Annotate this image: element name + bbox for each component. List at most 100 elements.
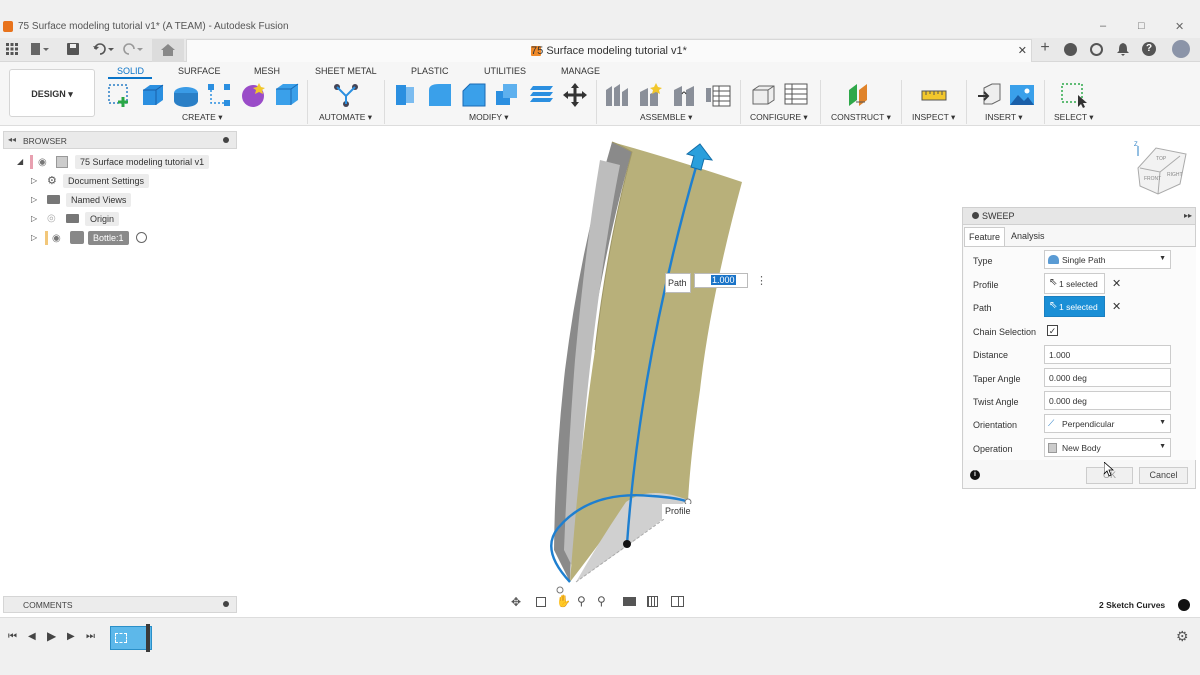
notifications-icon[interactable] — [1117, 43, 1129, 59]
collapse-triangle-icon[interactable]: ◢ — [17, 157, 23, 166]
expand-triangle-icon[interactable]: ▷ — [31, 176, 37, 185]
tab-manage[interactable]: MANAGE — [561, 66, 600, 76]
step-forward-icon[interactable]: ▶ — [67, 631, 75, 642]
insert-canvas-icon[interactable] — [1009, 82, 1035, 108]
select-icon[interactable] — [1060, 82, 1088, 108]
profile-selection-button[interactable]: ⇖ 1 selected — [1044, 273, 1105, 294]
combine-icon[interactable] — [528, 82, 554, 108]
timeline-settings-gear-icon[interactable]: ⚙ — [1176, 628, 1189, 645]
user-avatar[interactable] — [1172, 40, 1190, 58]
clear-path-icon[interactable]: ✕ — [1112, 300, 1121, 313]
tree-root-row[interactable]: ◢ ◉ 75 Surface modeling tutorial v1 — [0, 154, 237, 172]
minimize-button[interactable]: ‒ — [1100, 20, 1106, 32]
play-icon[interactable]: ▶ — [47, 629, 56, 643]
fillet-icon[interactable] — [427, 82, 453, 108]
offset-plane-icon[interactable] — [847, 82, 873, 108]
workspace-design-dropdown[interactable]: DESIGN ▾ — [9, 69, 95, 117]
operation-dropdown[interactable]: New Body ▼ — [1044, 438, 1171, 457]
grid-menu-icon[interactable] — [6, 43, 18, 58]
browser-panel-header[interactable]: ◂◂ BROWSER — [3, 131, 237, 149]
dialog-pin-icon[interactable] — [972, 212, 979, 219]
undo-icon[interactable] — [93, 43, 115, 58]
select-group-label[interactable]: SELECT ▾ — [1054, 112, 1094, 123]
document-tab[interactable]: 75 Surface modeling tutorial v1* ✕ — [186, 39, 1032, 62]
tab-solid[interactable]: SOLID — [117, 66, 144, 76]
home-tab-button[interactable] — [152, 39, 184, 62]
collapse-panel-icon[interactable]: ◂◂ — [8, 135, 16, 144]
tab-sheet-metal[interactable]: SHEET METAL — [315, 66, 377, 76]
comments-panel-header[interactable]: COMMENTS — [3, 596, 237, 613]
tree-item-origin[interactable]: ▷ ◎ Origin — [0, 211, 237, 229]
go-to-end-icon[interactable]: ⏭ — [86, 631, 95, 642]
expand-triangle-icon[interactable]: ▷ — [31, 214, 37, 223]
construct-group-label[interactable]: CONSTRUCT ▾ — [831, 112, 891, 123]
job-status-icon[interactable] — [1090, 43, 1103, 56]
look-at-icon[interactable] — [536, 597, 546, 607]
taper-angle-input[interactable]: 0.000 deg — [1044, 368, 1171, 387]
create-group-label[interactable]: CREATE ▾ — [182, 112, 222, 123]
distance-input[interactable]: 1.000 — [1044, 345, 1171, 364]
panel-pin-icon[interactable] — [223, 601, 229, 607]
save-icon[interactable] — [67, 43, 79, 58]
cancel-button[interactable]: Cancel — [1139, 467, 1188, 484]
path-distance-input[interactable]: 1.000 — [694, 273, 748, 288]
clear-profile-icon[interactable]: ✕ — [1112, 277, 1121, 290]
path-selection-button[interactable]: ⇖ 1 selected — [1044, 296, 1105, 317]
info-icon[interactable]: i — [970, 470, 980, 480]
display-settings-icon[interactable] — [623, 597, 636, 606]
close-tab-button[interactable]: ✕ — [1018, 44, 1027, 57]
redo-icon[interactable] — [122, 43, 144, 58]
tree-item-bottle[interactable]: ▷ ◉ Bottle:1 — [0, 230, 237, 248]
form-icon[interactable] — [240, 82, 266, 108]
hidden-eye-icon[interactable]: ◎ — [47, 213, 56, 224]
orbit-icon[interactable]: ✥ — [511, 595, 521, 609]
selection-filter-icon[interactable] — [1178, 599, 1190, 611]
new-tab-button[interactable]: + — [1036, 39, 1054, 61]
assemble-group-label[interactable]: ASSEMBLE ▾ — [640, 112, 692, 123]
tab-mesh[interactable]: MESH — [254, 66, 280, 76]
zoom-icon[interactable]: ⚲ — [577, 594, 586, 608]
extrude-icon[interactable] — [140, 82, 166, 108]
tab-analysis[interactable]: Analysis — [1007, 227, 1049, 245]
swept-surface-model[interactable] — [540, 130, 760, 600]
twist-angle-input[interactable]: 0.000 deg — [1044, 391, 1171, 410]
step-back-icon[interactable]: ◀ — [28, 631, 36, 642]
as-built-joint-icon[interactable] — [672, 82, 698, 108]
expand-triangle-icon[interactable]: ▷ — [31, 233, 37, 242]
visibility-eye-icon[interactable]: ◉ — [38, 157, 47, 168]
tab-utilities[interactable]: UTILITIES — [484, 66, 526, 76]
close-window-button[interactable]: ✕ — [1175, 20, 1184, 33]
automate-icon[interactable] — [333, 82, 359, 108]
configure-icon[interactable] — [750, 82, 776, 108]
expand-dialog-icon[interactable]: ▸▸ — [1184, 211, 1192, 220]
revolve-icon[interactable] — [173, 84, 199, 108]
joint-icon[interactable] — [638, 82, 664, 108]
help-icon[interactable]: ? — [1142, 42, 1156, 56]
bill-of-materials-icon[interactable] — [705, 82, 731, 108]
move-copy-icon[interactable] — [562, 82, 588, 108]
shell-icon[interactable] — [494, 82, 520, 108]
press-pull-icon[interactable] — [393, 82, 419, 108]
new-component-icon[interactable] — [604, 82, 630, 108]
viewports-icon[interactable] — [671, 596, 684, 607]
configuration-table-icon[interactable] — [783, 82, 809, 108]
sweep-dialog-header[interactable]: SWEEP ▸▸ — [963, 208, 1195, 225]
tab-surface[interactable]: SURFACE — [178, 66, 221, 76]
orientation-dropdown[interactable]: ⟋ Perpendicular ▼ — [1044, 414, 1171, 433]
maximize-button[interactable]: □ — [1138, 20, 1145, 32]
insert-derive-icon[interactable] — [976, 82, 1002, 108]
more-options-icon[interactable]: ⋮ — [756, 274, 767, 287]
create-sketch-icon[interactable] — [107, 83, 133, 109]
box-icon[interactable] — [274, 82, 300, 108]
measure-icon[interactable] — [921, 84, 947, 106]
sweep-tool-icon[interactable] — [206, 82, 232, 108]
configure-group-label[interactable]: CONFIGURE ▾ — [750, 112, 808, 123]
tab-plastic[interactable]: PLASTIC — [411, 66, 449, 76]
chamfer-icon[interactable] — [461, 82, 487, 108]
pan-hand-icon[interactable]: ✋ — [556, 594, 571, 608]
zoom-window-icon[interactable]: ⚲ — [597, 594, 606, 608]
tree-item-named-views[interactable]: ▷ Named Views — [0, 192, 237, 210]
view-cube[interactable]: TOP FRONT RIGHT Z — [1130, 138, 1192, 202]
visibility-eye-icon[interactable]: ◉ — [52, 233, 61, 244]
panel-pin-icon[interactable] — [223, 137, 229, 143]
